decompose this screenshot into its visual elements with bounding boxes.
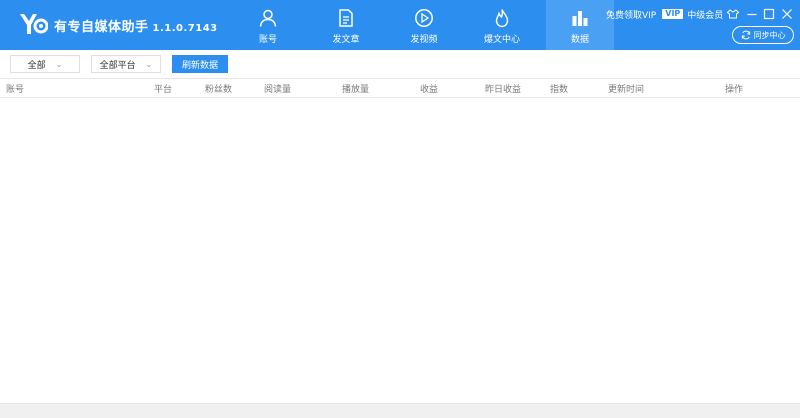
bar-chart-icon [572,11,588,26]
app-window: 有专自媒体助手 1.1.0.7143 账号 发文章 发视频 爆文中心 数据 免费… [0,0,800,418]
app-version: 1.1.0.7143 [152,23,218,34]
title-bar: 有专自媒体助手 1.1.0.7143 账号 发文章 发视频 爆文中心 数据 免费… [0,0,800,50]
column-header-index: 指数 [550,85,569,95]
flame-icon [495,9,509,28]
maximize-button[interactable] [762,6,776,20]
column-header-platform: 平台 [154,85,173,95]
nav-tab-article[interactable]: 发文章 [312,0,380,50]
member-level: 中级会员 [687,10,724,21]
refresh-icon [741,30,750,40]
status-bar [0,403,800,418]
free-vip-link[interactable]: 免费领取VIP [606,8,656,21]
column-header-yesterday-revenue: 昨日收益 [485,85,522,95]
chevron-down-icon: ⌄ [145,59,153,69]
nav-tab-hot-articles[interactable]: 爆文中心 [468,0,536,50]
nav-label-video: 发视频 [410,35,438,45]
close-icon [782,9,792,19]
scope-select-value: 全部 [27,60,46,71]
column-header-reads: 阅读量 [264,85,292,95]
app-logo [20,14,48,34]
nav-tab-account[interactable]: 账号 [234,0,302,50]
column-header-update-time: 更新时间 [608,85,645,95]
nav-label-hot-articles: 爆文中心 [483,35,520,45]
play-icon [415,9,433,27]
user-icon [259,9,277,27]
skin-button[interactable] [726,6,740,20]
column-header-account: 账号 [6,85,25,95]
vip-status: 免费领取VIP VIP 中级会员 [606,8,724,21]
minimize-icon [747,13,757,16]
app-name-text: 有专自媒体助手 [54,20,149,35]
app-title: 有专自媒体助手 1.1.0.7143 [54,16,218,35]
scope-select[interactable]: 全部 ⌄ [10,55,80,73]
column-header-revenue: 收益 [420,85,439,95]
nav-label-article: 发文章 [332,35,360,45]
vip-badge: VIP [662,9,684,19]
table-header: 账号 平台 粉丝数 阅读量 播放量 收益 昨日收益 指数 更新时间 操作 [0,78,800,98]
chevron-down-icon: ⌄ [55,59,63,69]
nav-label-account: 账号 [258,35,277,45]
nav-tab-data[interactable]: 数据 [546,0,614,50]
close-button[interactable] [780,6,794,20]
sync-center-button[interactable]: 同步中心 [732,26,794,44]
document-icon [339,9,353,27]
column-header-actions: 操作 [725,85,744,95]
sync-center-label: 同步中心 [753,30,786,40]
maximize-icon [763,8,775,20]
platform-select-value: 全部平台 [99,60,136,71]
column-header-plays: 播放量 [342,85,370,95]
minimize-button[interactable] [745,6,759,20]
nav-tab-video[interactable]: 发视频 [390,0,458,50]
platform-select[interactable]: 全部平台 ⌄ [91,55,161,73]
refresh-data-button[interactable]: 刷新数据 [172,55,228,73]
shirt-icon [726,9,740,19]
table-body [0,98,800,403]
nav-label-data: 数据 [570,35,589,45]
column-header-followers: 粉丝数 [205,85,233,95]
